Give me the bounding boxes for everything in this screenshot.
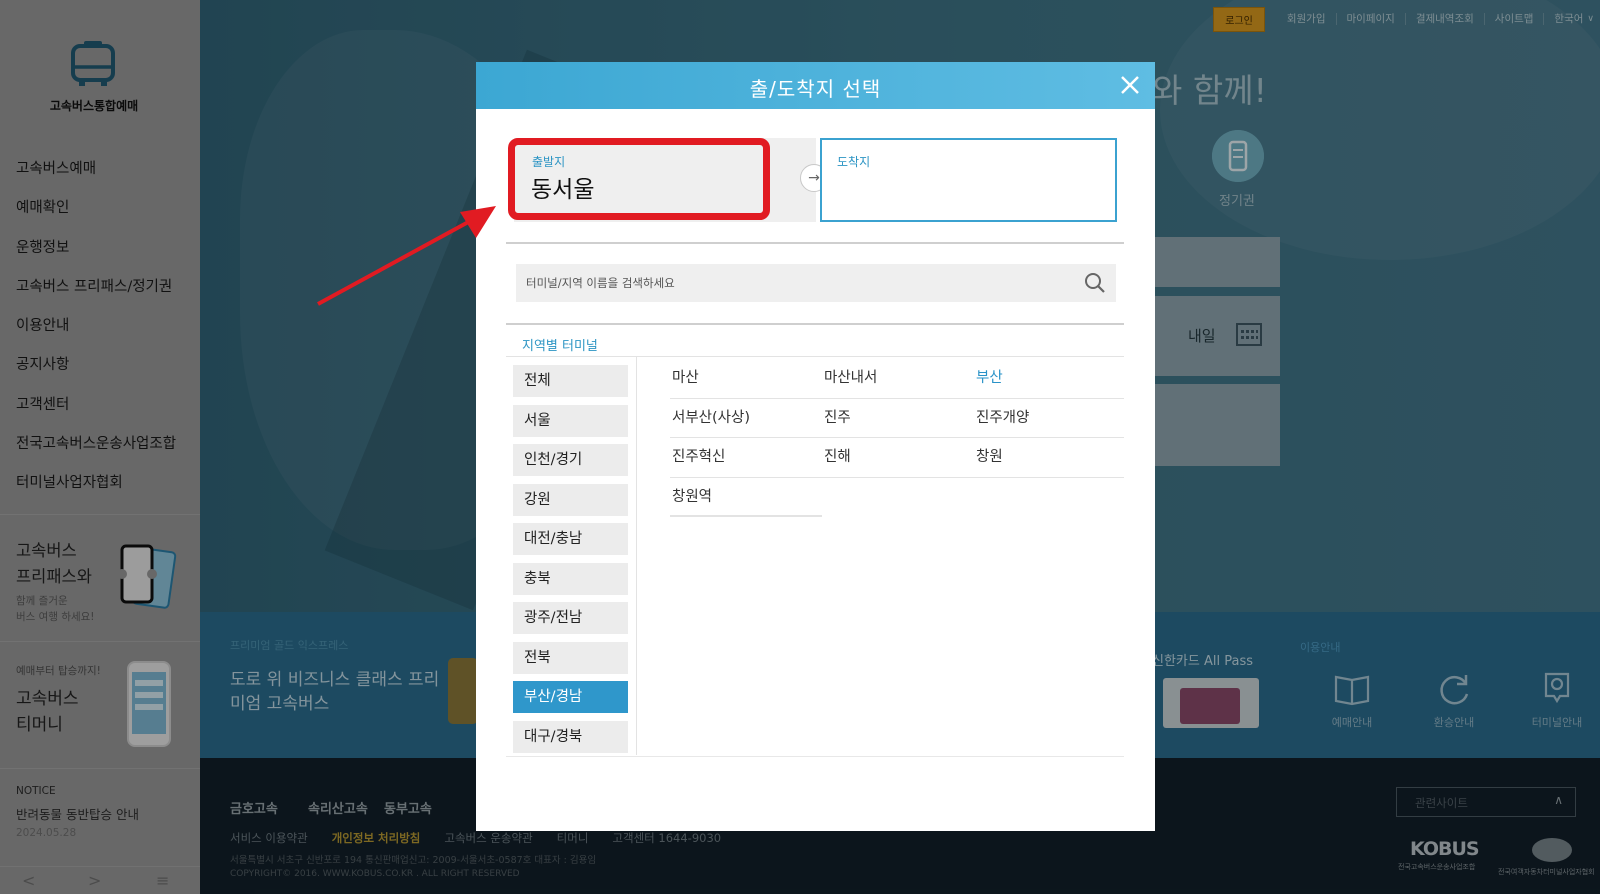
terminal-item[interactable]: 진해 xyxy=(822,438,974,478)
departure-value: 동서울 xyxy=(531,177,595,203)
region-list: 전체 서울 인천/경기 강원 대전/충남 충북 광주/전남 전북 부산/경남 대… xyxy=(513,365,628,760)
location-select-modal: 출/도착지 선택 출발지 동서울 → 도착지 지역별 터미널 전체 서울 인천/… xyxy=(476,62,1155,831)
region-tab-seoul[interactable]: 서울 xyxy=(513,404,628,437)
modal-divider xyxy=(506,242,1124,244)
region-tab-busan-gyeongnam[interactable]: 부산/경남 xyxy=(513,681,628,713)
departure-label: 출발지 xyxy=(532,155,566,169)
region-tab-all[interactable]: 전체 xyxy=(513,365,628,397)
region-divider xyxy=(636,357,637,755)
region-tab-gwangju-jeonnam[interactable]: 광주/전남 xyxy=(513,602,628,634)
modal-title: 출/도착지 선택 xyxy=(749,77,882,101)
terminal-item[interactable]: 서부산(사상) xyxy=(670,399,822,438)
terminal-item[interactable]: 진주혁신 xyxy=(670,438,822,478)
region-tab-chungbuk[interactable]: 충북 xyxy=(513,562,628,595)
terminal-item[interactable]: 창원 xyxy=(974,438,1124,478)
terminal-item[interactable]: 마산 xyxy=(670,359,822,399)
terminal-item[interactable]: 부산 xyxy=(974,359,1124,399)
close-icon[interactable] xyxy=(1117,72,1143,98)
region-tab-daegu-gyeongbuk[interactable]: 대구/경북 xyxy=(513,720,628,753)
search-icon[interactable] xyxy=(1084,272,1106,294)
region-tab-incheon-gyeonggi[interactable]: 인천/경기 xyxy=(513,444,628,476)
terminal-search-input[interactable] xyxy=(526,264,1056,302)
arrival-field[interactable] xyxy=(820,138,1117,222)
region-terminal-title: 지역별 터미널 xyxy=(522,339,598,354)
region-tab-gangwon[interactable]: 강원 xyxy=(513,483,628,516)
terminal-item[interactable]: 진주 xyxy=(822,399,974,438)
arrival-label: 도착지 xyxy=(837,155,871,169)
modal-header: 출/도착지 선택 xyxy=(476,62,1155,109)
terminal-item[interactable]: 창원역 xyxy=(670,478,822,517)
region-tab-jeonbuk[interactable]: 전북 xyxy=(513,641,628,674)
modal-divider xyxy=(506,323,1124,325)
region-divider xyxy=(506,356,1124,357)
terminal-search-box xyxy=(516,264,1116,302)
terminal-item[interactable]: 진주개양 xyxy=(974,399,1124,438)
region-tab-daejeon-chungnam[interactable]: 대전/충남 xyxy=(513,523,628,555)
terminal-item[interactable]: 마산내서 xyxy=(822,359,974,399)
terminal-list: 마산 마산내서 부산 서부산(사상) 진주 진주개양 진주혁신 진해 창원 창원… xyxy=(670,359,1124,517)
